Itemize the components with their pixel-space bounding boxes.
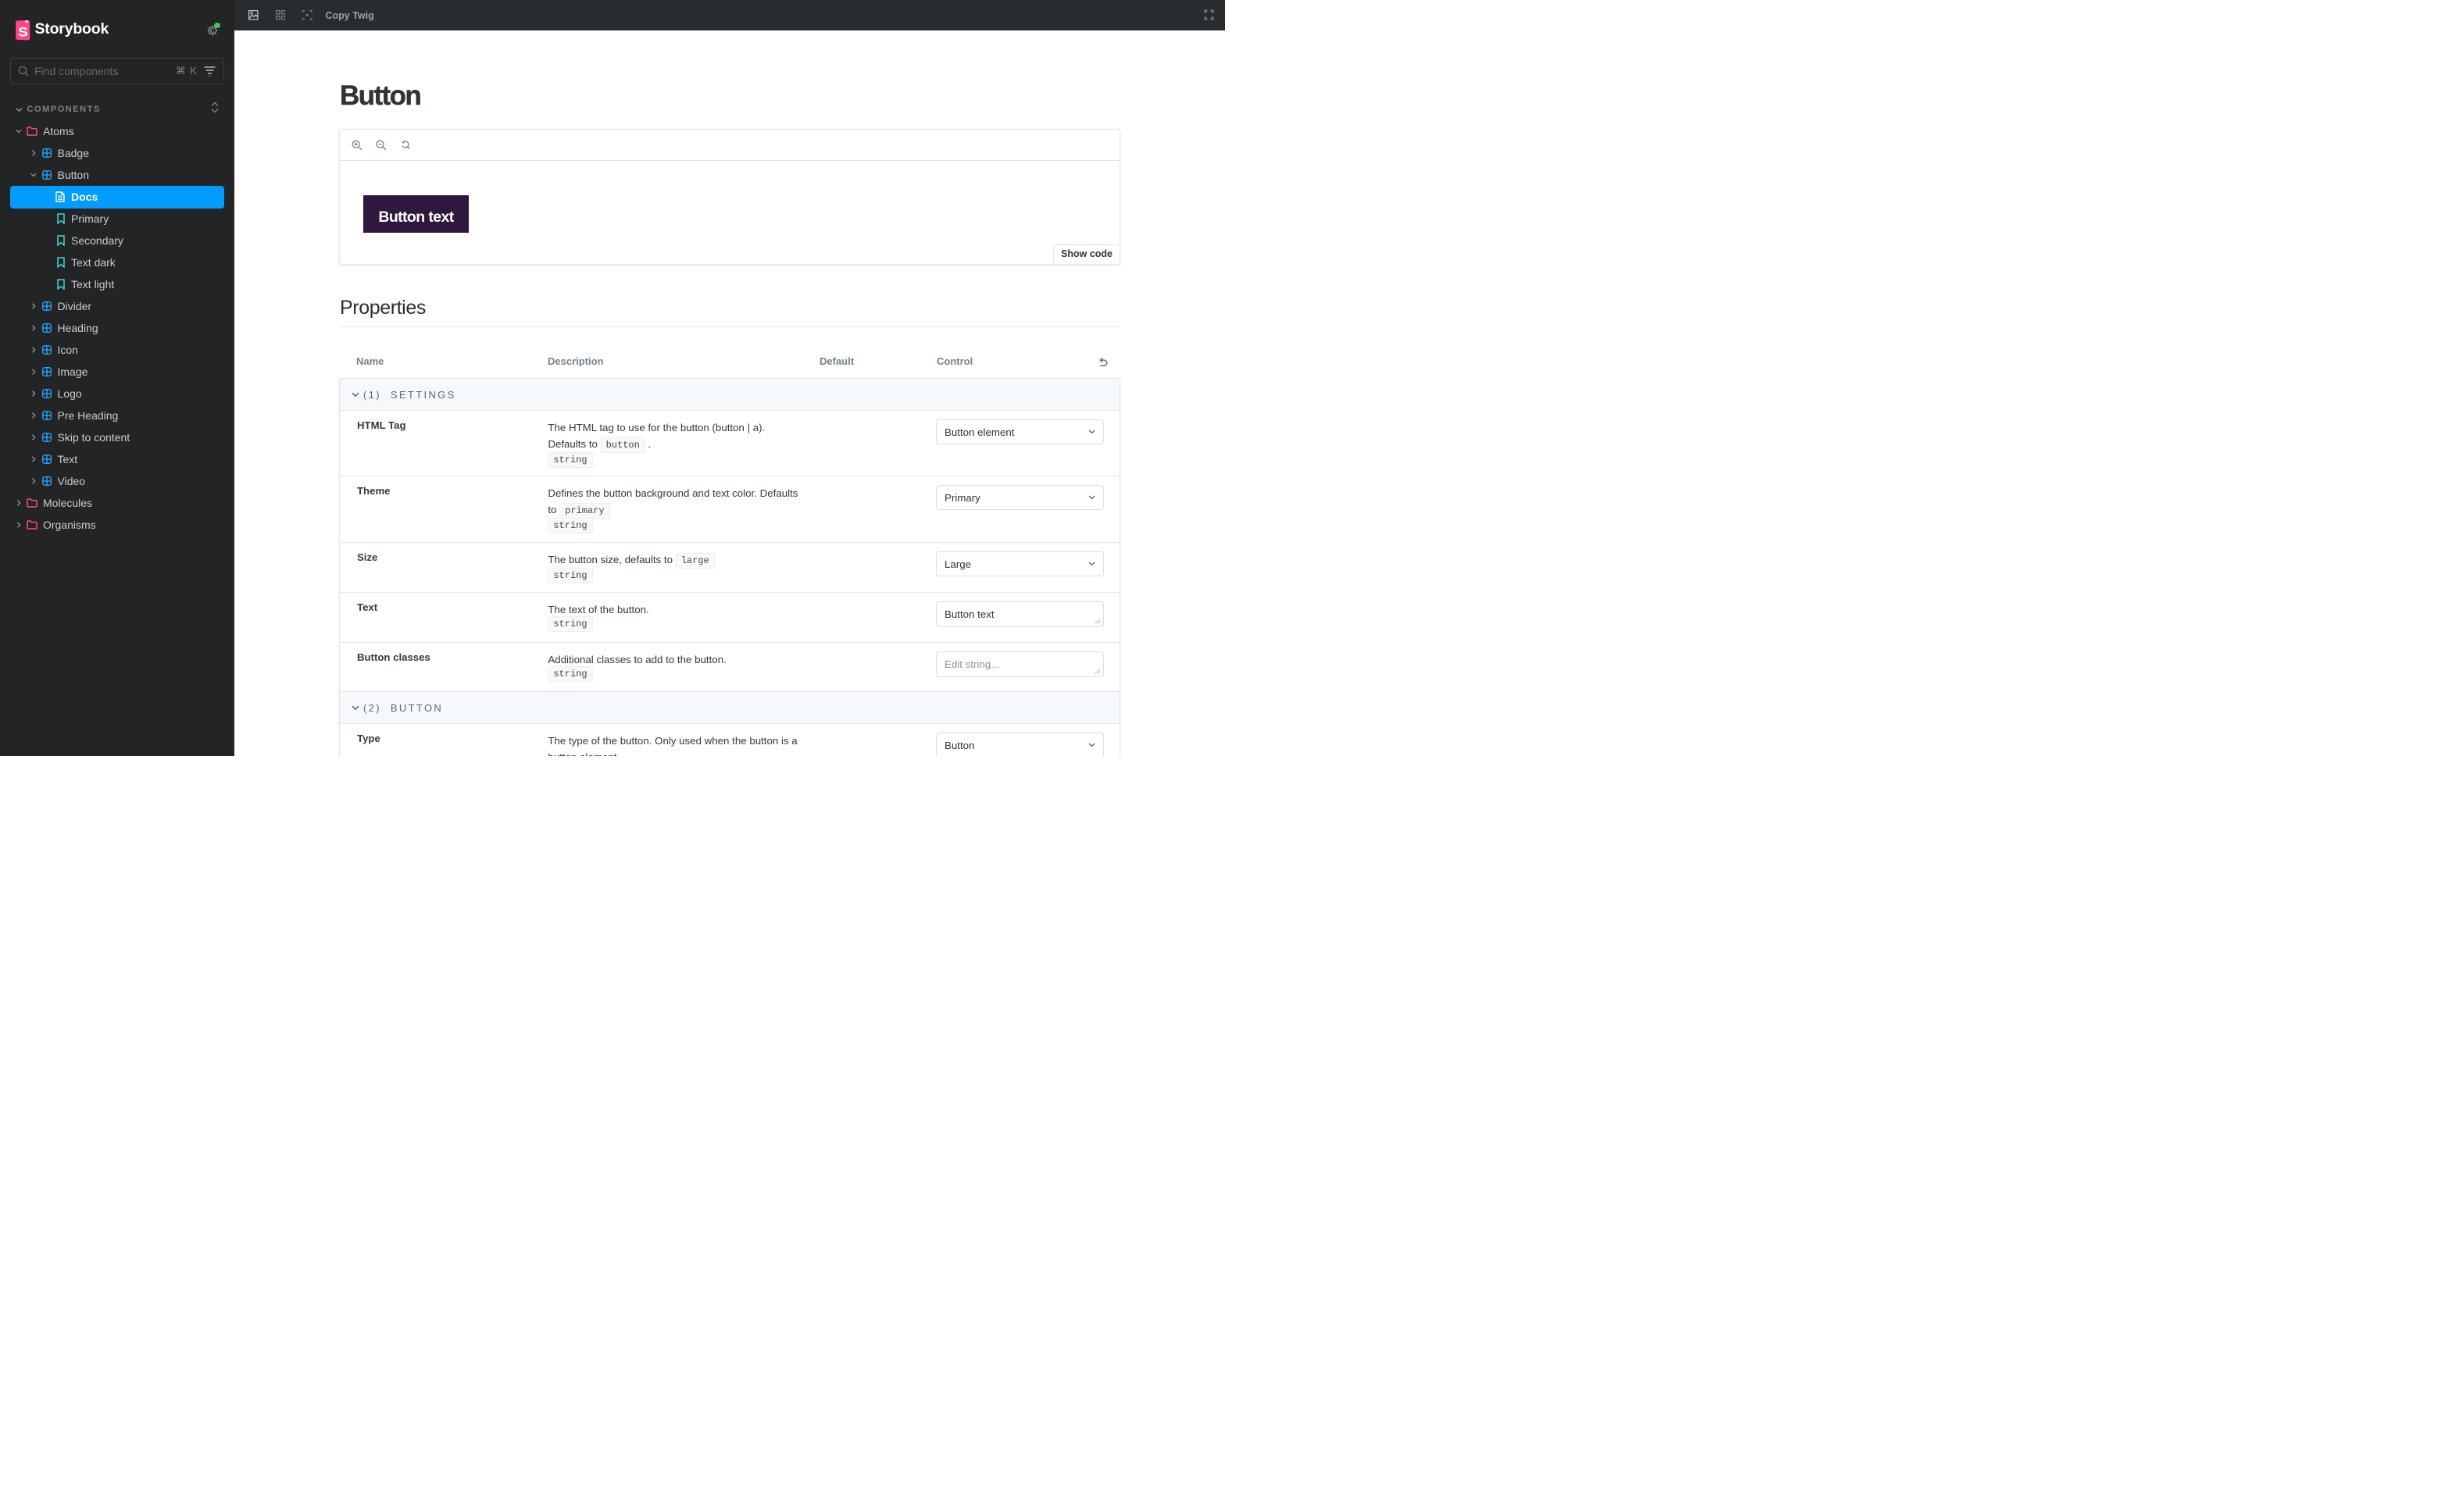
svg-text:S: S bbox=[18, 24, 28, 39]
